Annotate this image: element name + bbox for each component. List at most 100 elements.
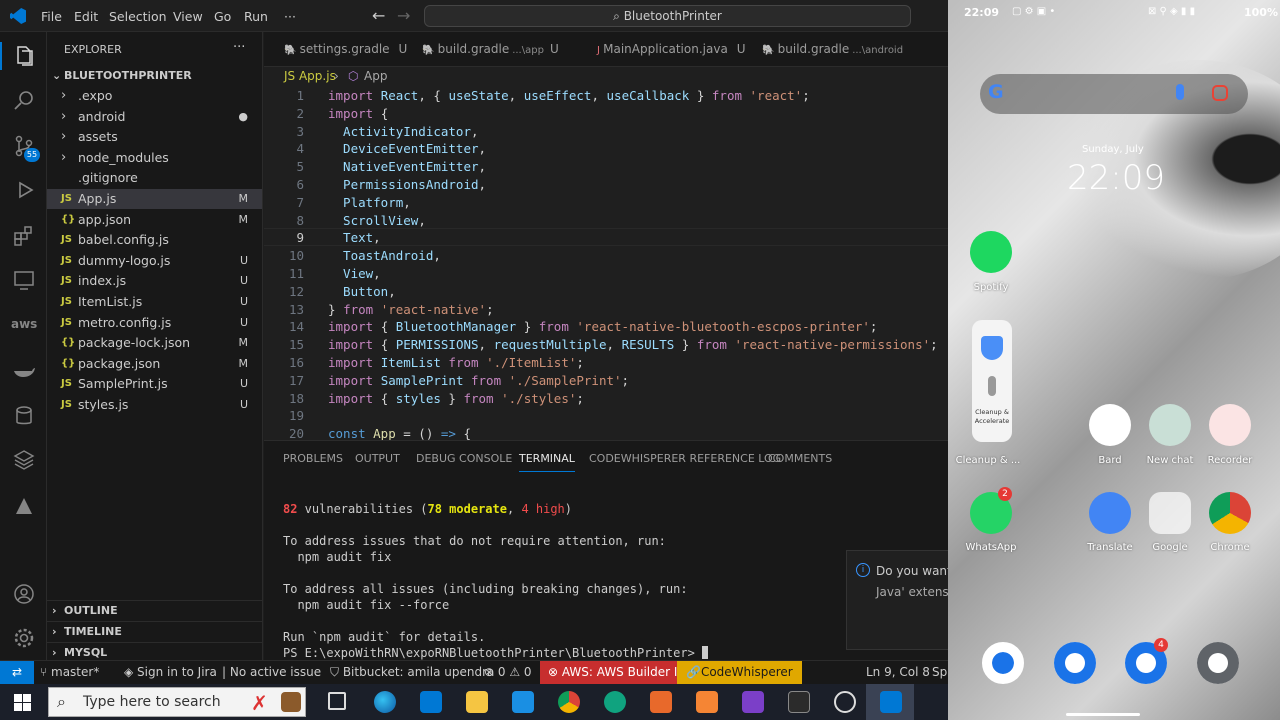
visual-studio-icon[interactable] bbox=[742, 691, 764, 713]
account-icon[interactable] bbox=[12, 582, 36, 606]
file-item[interactable]: {} app.json M bbox=[47, 210, 262, 230]
forward-arrow-icon[interactable]: → bbox=[397, 6, 410, 25]
tab-1[interactable]: 🐘 build.gradle ...\app U bbox=[422, 32, 559, 67]
menu-file[interactable]: File bbox=[41, 9, 62, 24]
google-folder-icon[interactable] bbox=[1149, 492, 1191, 534]
tab-output[interactable]: OUTPUT bbox=[355, 452, 400, 465]
problems-status[interactable]: ⊗ 0 ⚠ 0 bbox=[484, 661, 532, 684]
file-explorer-icon[interactable] bbox=[466, 691, 488, 713]
file-item[interactable]: JS dummy-logo.js U bbox=[47, 251, 262, 271]
lens-icon[interactable] bbox=[1212, 85, 1228, 101]
file-item[interactable]: › .expo bbox=[47, 86, 262, 106]
phone-dialer-icon[interactable] bbox=[982, 642, 1024, 684]
chatgpt-app-icon[interactable] bbox=[1149, 404, 1191, 446]
menu-run[interactable]: Run bbox=[244, 9, 268, 24]
tab-3[interactable]: 🐘 build.gradle ...\android bbox=[762, 32, 909, 67]
file-item[interactable]: JS SamplePrint.js U bbox=[47, 374, 262, 394]
aws-icon[interactable]: aws bbox=[11, 317, 37, 331]
run-debug-icon[interactable] bbox=[12, 178, 36, 202]
tab-debug-console[interactable]: DEBUG CONSOLE bbox=[416, 452, 512, 465]
tab-2[interactable]: J MainApplication.java U bbox=[597, 32, 746, 67]
workspace-root[interactable]: ⌄ BLUETOOTHPRINTER bbox=[47, 66, 262, 86]
tab-comments[interactable]: COMMENTS bbox=[768, 452, 832, 465]
notification-toast[interactable]: i Do you want Java' extensio bbox=[846, 550, 959, 650]
tab-0[interactable]: 🐘 settings.gradle U bbox=[284, 32, 407, 67]
file-item[interactable]: JS babel.config.js bbox=[47, 230, 262, 250]
office-icon[interactable] bbox=[650, 691, 672, 713]
line-number: 16 bbox=[288, 355, 304, 370]
cursor-position[interactable]: Ln 9, Col 8 bbox=[866, 661, 930, 684]
gesture-bar[interactable] bbox=[1066, 713, 1140, 716]
layers-icon[interactable] bbox=[12, 448, 36, 472]
terminal-app-icon[interactable] bbox=[788, 691, 810, 713]
task-view-icon[interactable] bbox=[328, 692, 346, 710]
tab-codewhisperer-log[interactable]: CODEWHISPERER REFERENCE LOG bbox=[589, 452, 781, 465]
mic-icon[interactable] bbox=[1176, 84, 1184, 100]
code-token: , bbox=[388, 283, 396, 299]
file-item[interactable]: {} package.json M bbox=[47, 354, 262, 374]
speedtest-icon[interactable] bbox=[834, 691, 856, 713]
indentation-status[interactable]: Spa bbox=[932, 661, 948, 684]
remote-indicator[interactable]: ⇄ bbox=[0, 661, 34, 684]
explorer-icon[interactable] bbox=[12, 44, 36, 68]
breadcrumb-file[interactable]: JS App.js bbox=[284, 67, 336, 85]
menu-more[interactable]: ··· bbox=[284, 9, 296, 24]
search-icon[interactable] bbox=[12, 88, 36, 112]
issue-status[interactable]: | No active issue bbox=[222, 661, 321, 684]
file-item[interactable]: JS metro.config.js U bbox=[47, 313, 262, 333]
menu-go[interactable]: Go bbox=[214, 9, 231, 24]
chrome-app-icon[interactable] bbox=[1209, 492, 1251, 534]
cleanup-widget[interactable]: Cleanup & Accelerate bbox=[972, 320, 1012, 442]
file-item[interactable]: .gitignore bbox=[47, 168, 262, 188]
file-item[interactable]: {} package-lock.json M bbox=[47, 333, 262, 353]
expo-icon[interactable] bbox=[12, 494, 36, 518]
bard-icon[interactable] bbox=[1089, 404, 1131, 446]
menu-selection[interactable]: Selection bbox=[109, 9, 167, 24]
store-icon[interactable] bbox=[420, 691, 442, 713]
code-editor[interactable]: 1 import React, { useState, useEffect, us… bbox=[264, 85, 948, 440]
file-item[interactable]: JS App.js M bbox=[47, 189, 262, 209]
remote-explorer-icon[interactable] bbox=[12, 268, 36, 292]
command-center-search[interactable]: ⌕ BluetoothPrinter bbox=[424, 5, 911, 27]
aws-toolkit-icon[interactable] bbox=[696, 691, 718, 713]
breadcrumb-symbol[interactable]: App bbox=[364, 67, 387, 85]
file-item[interactable]: › node_modules bbox=[47, 148, 262, 168]
jira-status[interactable]: ◈ Sign in to Jira bbox=[124, 661, 217, 684]
spotify-icon[interactable] bbox=[970, 231, 1012, 273]
docker-icon[interactable] bbox=[12, 358, 36, 382]
edge-icon[interactable] bbox=[374, 691, 396, 713]
settings-gear-icon[interactable] bbox=[12, 626, 36, 650]
file-item[interactable]: › android ● bbox=[47, 107, 262, 127]
chatgpt-icon[interactable] bbox=[604, 691, 626, 713]
bitbucket-status[interactable]: ⛉ Bitbucket: amila upendra bbox=[330, 661, 494, 684]
aws-status[interactable]: ⊗ AWS: AWS Builder ID bbox=[540, 661, 695, 684]
timeline-section[interactable]: › TIMELINE bbox=[47, 621, 262, 641]
translate-icon[interactable] bbox=[1089, 492, 1131, 534]
database-icon[interactable] bbox=[12, 404, 36, 428]
file-item[interactable]: › assets bbox=[47, 127, 262, 147]
mysql-section[interactable]: › MYSQL bbox=[47, 642, 262, 662]
file-item[interactable]: JS styles.js U bbox=[47, 395, 262, 415]
mail-icon[interactable] bbox=[512, 691, 534, 713]
camera-icon[interactable] bbox=[1197, 642, 1239, 684]
google-search-bar[interactable]: G bbox=[980, 74, 1248, 114]
recorder-icon[interactable] bbox=[1209, 404, 1251, 446]
explorer-more-button[interactable]: ··· bbox=[233, 40, 245, 55]
code-token: import bbox=[328, 319, 381, 335]
codewhisperer-status[interactable]: 🔗CodeWhisperer bbox=[677, 661, 802, 684]
outline-section[interactable]: › OUTLINE bbox=[47, 600, 262, 620]
taskbar-search-input[interactable]: ⌕ Type here to search ✗ bbox=[48, 687, 306, 717]
tab-terminal[interactable]: TERMINAL bbox=[519, 452, 575, 472]
file-item[interactable]: JS index.js U bbox=[47, 271, 262, 291]
menu-edit[interactable]: Edit bbox=[74, 9, 98, 24]
terminal-prompt[interactable]: PS E:\expoWithRN\expoRNBluetoothPrinter\… bbox=[283, 646, 709, 660]
file-item[interactable]: JS ItemList.js U bbox=[47, 292, 262, 312]
extensions-icon[interactable] bbox=[12, 224, 36, 248]
contacts-icon[interactable] bbox=[1054, 642, 1096, 684]
back-arrow-icon[interactable]: ← bbox=[372, 6, 385, 25]
chrome-icon[interactable] bbox=[558, 691, 580, 713]
menu-view[interactable]: View bbox=[173, 9, 203, 24]
windows-start-icon[interactable] bbox=[14, 694, 31, 711]
branch-status[interactable]: ⑂ master* bbox=[40, 661, 99, 684]
tab-problems[interactable]: PROBLEMS bbox=[283, 452, 343, 465]
